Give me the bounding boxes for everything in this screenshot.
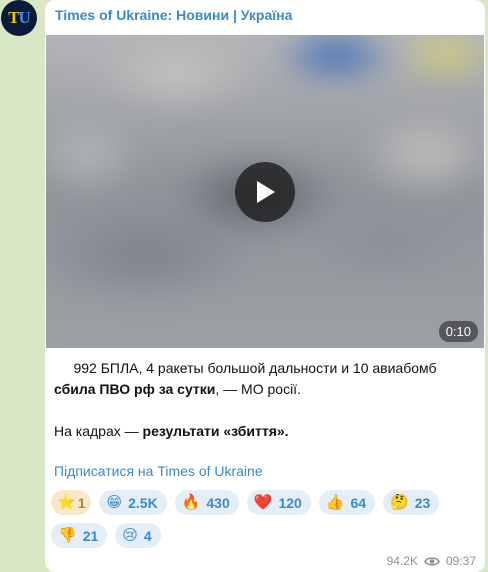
post-text: 992 БПЛА, 4 ракеты большой дальности и 1… [54,358,478,442]
video-duration: 0:10 [438,321,478,342]
reaction-crying[interactable]: 😢 4 [115,523,161,548]
fire-icon: 🔥 [181,494,201,511]
crying-icon: 😢 [122,527,138,544]
avatar-letter-t: T [8,8,19,27]
play-icon [257,181,275,203]
message-bubble: Times of Ukraine: Новини | Україна 0:10 … [45,0,485,572]
reaction-grin[interactable]: 😁 2.5K [99,490,167,515]
reaction-star[interactable]: ⭐ 1 [51,490,92,515]
reaction-count: 4 [143,527,152,544]
star-icon: ⭐ [57,494,76,511]
heart-icon: ❤️ [253,494,273,511]
reaction-count: 21 [82,527,99,544]
reaction-count: 1 [77,494,86,511]
avatar-letter-u: U [18,8,31,27]
message-time: 09:37 [445,554,476,568]
post-line-2-rest: , — МО росії. [215,381,301,397]
thinking-icon: 🤔 [390,494,409,511]
reaction-count: 430 [206,494,230,511]
reaction-thinking[interactable]: 🤔 23 [383,490,440,515]
post-line-2: сбила ПВО рф за сутки, — МО росії. [54,379,478,400]
reaction-count: 2.5K [128,494,158,511]
post-line-3-prefix: На кадрах — [54,423,143,439]
reaction-thumbs-down[interactable]: 👎 21 [51,523,108,548]
channel-avatar[interactable]: TU [1,0,37,36]
thumbs-down-icon: 👎 [58,527,77,544]
reactions-bar: ⭐ 1 😁 2.5K 🔥 430 ❤️ 120 👍 64 🤔 23 👎 21 😢 [51,490,481,548]
reaction-thumbs-up[interactable]: 👍 64 [318,490,376,515]
thumbs-up-icon: 👍 [325,494,345,511]
post-line-2-bold: сбила ПВО рф за сутки [54,381,216,397]
reaction-heart[interactable]: ❤️ 120 [246,490,311,515]
play-button[interactable] [235,162,295,222]
view-count: 94.2K [386,554,418,568]
video-preview[interactable]: 0:10 [46,35,484,348]
eye-icon [424,556,440,566]
post-line-3: На кадрах — результати «збиття». [54,421,478,442]
reaction-count: 120 [278,494,302,511]
reaction-count: 23 [414,494,431,511]
post-line-1: 992 БПЛА, 4 ракеты большой дальности и 1… [73,360,437,376]
post-line-3-bold: результати «збиття». [142,423,289,439]
grin-icon: 😁 [106,494,123,511]
message-meta: 94.2K 09:37 [387,554,476,568]
channel-name[interactable]: Times of Ukraine: Новини | Україна [55,7,292,23]
reaction-count: 64 [350,494,367,511]
subscribe-link[interactable]: Підписатися на Times of Ukraine [54,463,263,479]
reaction-fire[interactable]: 🔥 430 [174,490,239,515]
